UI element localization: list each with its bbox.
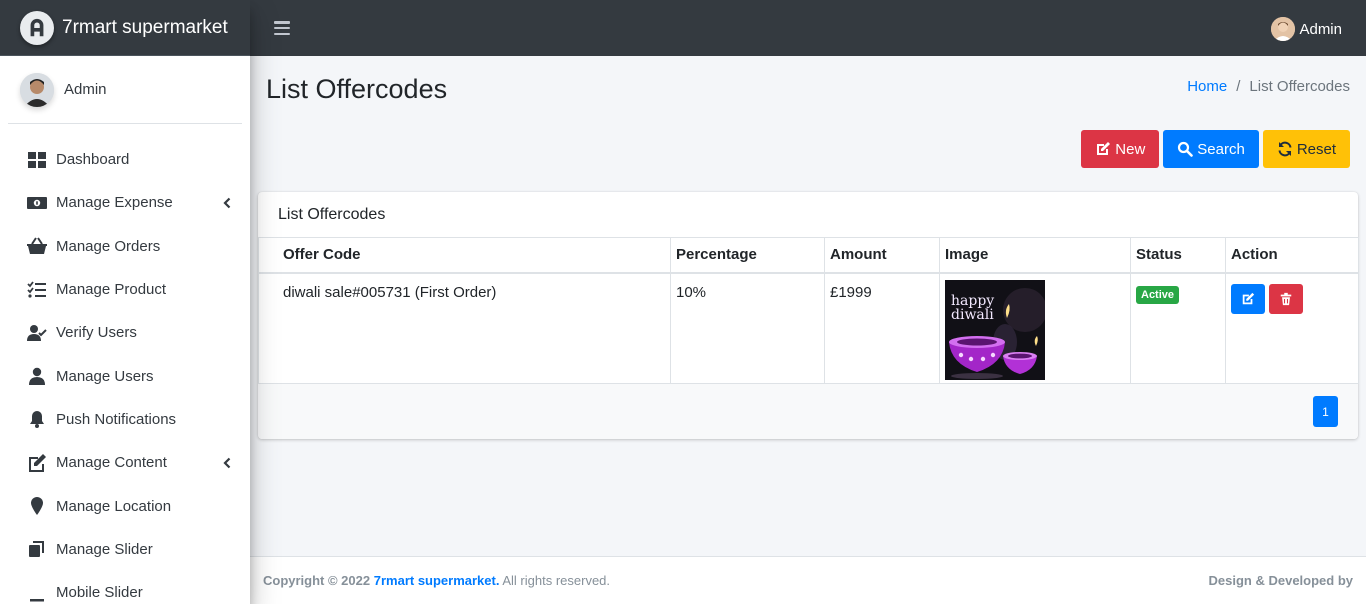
search-button-label: Search xyxy=(1197,140,1245,158)
card-title: List Offercodes xyxy=(278,205,386,223)
sidebar-item-manage-expense[interactable]: Manage Expense xyxy=(0,181,250,224)
offer-image: happy diwali xyxy=(945,279,1045,380)
sidebar-item-label: Manage Orders xyxy=(56,237,161,255)
edit-icon xyxy=(26,453,48,473)
breadcrumb-home-link[interactable]: Home xyxy=(1187,78,1227,95)
column-header-offer-code: Offer Code xyxy=(258,237,671,274)
percentage-cell: 10% xyxy=(670,272,825,384)
sidebar-item-label: Verify Users xyxy=(56,324,137,342)
status-badge: Active xyxy=(1136,285,1180,304)
breadcrumb-separator: / xyxy=(1236,78,1241,95)
brand-name: 7rmart supermarket xyxy=(62,16,228,38)
card-footer: 1 xyxy=(258,384,1358,439)
sidebar-nav: Dashboard Manage Expense Manage Orders Mana… xyxy=(0,124,250,604)
map-marker-icon xyxy=(26,496,48,516)
main-sidebar: 7rmart supermarket Admin Dashboard Manage… xyxy=(0,0,250,604)
main-footer: Copyright © 2022 7rmart supermarket. All… xyxy=(250,556,1366,604)
edit-icon xyxy=(1097,142,1111,155)
table-header-row: Offer Code Percentage Amount Image Statu… xyxy=(258,237,1359,274)
top-navbar: Admin xyxy=(250,0,1366,56)
sidebar-item-label: Manage Slider xyxy=(56,540,153,558)
offercodes-table: Offer Code Percentage Amount Image Statu… xyxy=(258,237,1359,384)
user-icon xyxy=(26,366,48,386)
user-panel[interactable]: Admin xyxy=(8,56,242,124)
sidebar-item-label: Manage Content xyxy=(56,454,167,472)
bell-icon xyxy=(26,409,48,429)
action-buttons: New Search Reset xyxy=(1081,130,1350,168)
menu-toggle-icon[interactable] xyxy=(274,21,290,35)
clone-icon xyxy=(26,539,48,559)
column-header-status: Status xyxy=(1130,237,1226,274)
sidebar-item-label: Push Notifications xyxy=(56,410,177,428)
content-wrapper: List Offercodes Home / List Offercodes N… xyxy=(250,56,1366,556)
reset-button[interactable]: Reset xyxy=(1262,130,1350,168)
footer-rights: All rights reserved. xyxy=(502,573,611,588)
offer-image-text: happy diwali xyxy=(951,292,995,323)
top-user-menu[interactable]: Admin xyxy=(1271,17,1342,41)
column-header-image: Image xyxy=(939,237,1131,274)
column-header-action: Action xyxy=(1225,237,1359,274)
sidebar-item-label: Manage Users xyxy=(56,367,154,385)
sidebar-item-verify-users[interactable]: Verify Users xyxy=(0,311,250,354)
new-button[interactable]: New xyxy=(1081,130,1160,168)
column-header-amount: Amount xyxy=(824,237,940,274)
footer-copyright: Copyright © 2022 7rmart supermarket. All… xyxy=(263,573,610,588)
sidebar-item-mobile-slider[interactable]: Mobile Slider xyxy=(0,571,250,604)
table-row: diwali sale#005731 (First Order) 10% £19… xyxy=(258,272,1359,384)
reset-button-label: Reset xyxy=(1296,140,1336,158)
sidebar-item-push-notifications[interactable]: Push Notifications xyxy=(0,398,250,441)
footer-brand-link[interactable]: 7rmart supermarket. xyxy=(374,573,500,588)
user-check-icon xyxy=(26,323,48,343)
action-cell xyxy=(1225,272,1359,384)
dashboard-icon xyxy=(26,150,48,170)
column-header-percentage: Percentage xyxy=(670,237,825,274)
breadcrumb: Home / List Offercodes xyxy=(1187,78,1350,95)
breadcrumb-current: List Offercodes xyxy=(1249,78,1350,95)
edit-icon xyxy=(1242,292,1255,304)
sidebar-item-label: Manage Expense xyxy=(56,194,173,212)
new-button-label: New xyxy=(1115,140,1146,158)
image-cell: happy diwali xyxy=(939,272,1131,384)
sidebar-item-label: Manage Product xyxy=(56,281,167,299)
search-icon xyxy=(1178,141,1194,157)
delete-row-button[interactable] xyxy=(1269,283,1304,314)
sidebar-item-dashboard[interactable]: Dashboard xyxy=(0,138,250,181)
basket-icon xyxy=(26,236,48,256)
trash-icon xyxy=(1280,292,1292,305)
sidebar-item-label: Dashboard xyxy=(56,151,130,169)
sidebar-item-label: Manage Location xyxy=(56,497,172,515)
edit-row-button[interactable] xyxy=(1231,283,1265,314)
user-panel-name: Admin xyxy=(64,81,107,98)
sidebar-item-manage-content[interactable]: Manage Content xyxy=(0,441,250,484)
sidebar-item-manage-product[interactable]: Manage Product xyxy=(0,268,250,311)
brand-logo-icon xyxy=(20,10,54,45)
minus-icon xyxy=(26,583,48,603)
avatar xyxy=(1271,17,1296,41)
tasks-icon xyxy=(26,280,48,300)
sync-icon xyxy=(1278,141,1292,157)
search-button[interactable]: Search xyxy=(1163,130,1259,168)
offercodes-card: List Offercodes Offer Code Percentage Am… xyxy=(258,192,1359,439)
status-cell: Active xyxy=(1130,272,1226,384)
top-user-name: Admin xyxy=(1299,20,1342,38)
money-bill-icon xyxy=(26,193,48,213)
sidebar-item-manage-location[interactable]: Manage Location xyxy=(0,484,250,527)
avatar xyxy=(20,72,54,107)
amount-cell: £1999 xyxy=(824,272,940,384)
footer-credit: Design & Developed by xyxy=(1208,573,1353,588)
pagination-page-1[interactable]: 1 xyxy=(1313,396,1338,427)
sidebar-item-manage-users[interactable]: Manage Users xyxy=(0,354,250,397)
copyright-prefix: Copyright © 2022 xyxy=(263,573,371,588)
brand-link[interactable]: 7rmart supermarket xyxy=(0,0,250,56)
sidebar-item-manage-slider[interactable]: Manage Slider xyxy=(0,528,250,571)
sidebar-item-manage-orders[interactable]: Manage Orders xyxy=(0,225,250,268)
sidebar-item-label: Mobile Slider xyxy=(56,584,143,602)
page-title: List Offercodes xyxy=(266,74,448,104)
offer-code-cell: diwali sale#005731 (First Order) xyxy=(258,272,671,384)
